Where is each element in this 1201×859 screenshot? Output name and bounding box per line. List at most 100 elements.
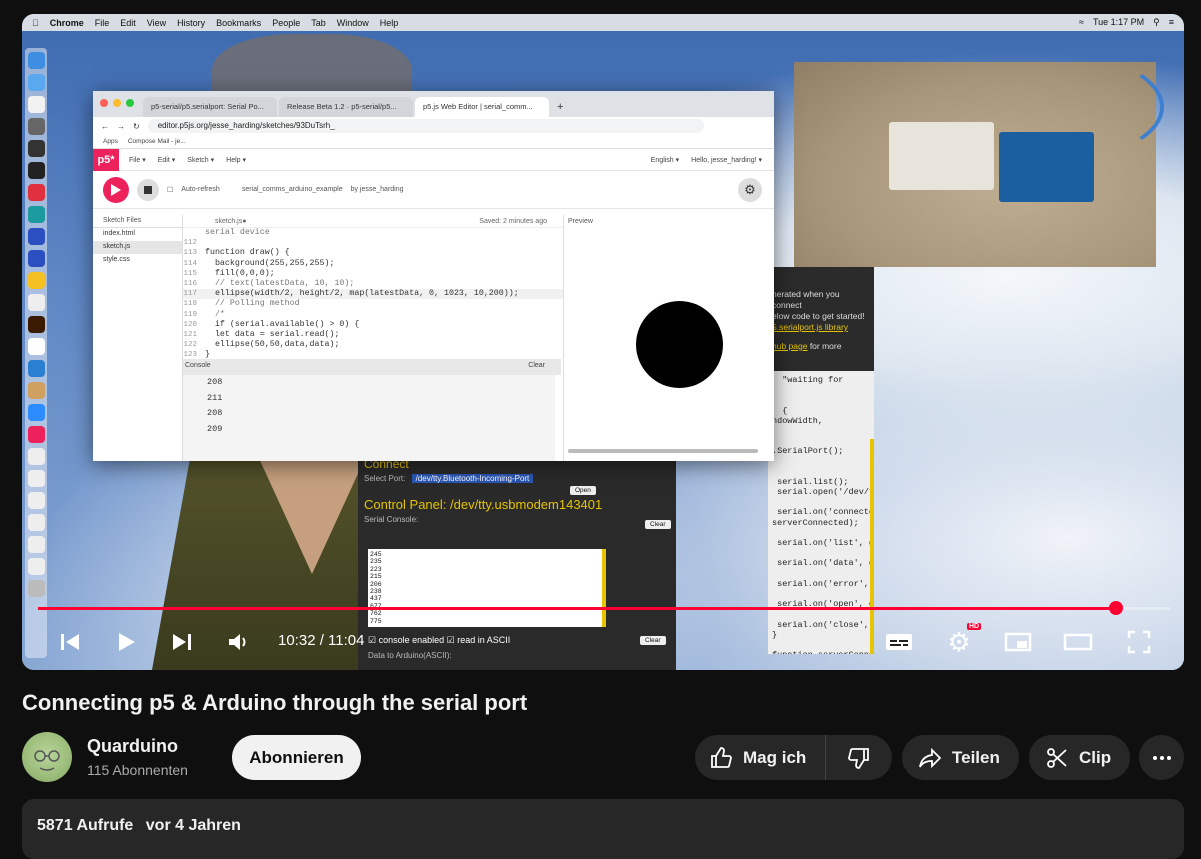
miniplayer-icon [1004, 632, 1032, 652]
file-icon [27, 536, 45, 553]
tab-p5-serial[interactable]: p5-serial/p5.serialport: Serial Po... [143, 97, 277, 117]
side-code-line [772, 426, 870, 436]
auto-refresh-checkbox[interactable]: ☐ [167, 186, 173, 194]
code-line: 114 background(255,255,255); [183, 258, 335, 268]
skip-next-icon [173, 634, 191, 650]
gear-icon: ⚙ [744, 182, 756, 197]
share-button[interactable]: Teilen [902, 735, 1019, 780]
fullscreen-button[interactable] [1123, 626, 1155, 658]
close-window-icon[interactable] [100, 99, 108, 107]
side-code-line [772, 395, 870, 405]
side-code-line [772, 436, 870, 446]
tab-release[interactable]: Release Beta 1.2 · p5-serial/p5... [279, 97, 413, 117]
library-link[interactable]: 5.serialport.js library [772, 322, 848, 332]
p5-menu-help[interactable]: Help ▾ [226, 156, 246, 164]
play-pause-button[interactable] [110, 626, 142, 658]
p5-menu-sketch[interactable]: Sketch ▾ [187, 156, 214, 164]
video-progress-bar[interactable] [38, 601, 1170, 615]
code-line: 113 function draw() { [183, 248, 290, 258]
menu-status-area: ≈ Tue 1:17 PM ⚲ ≡ [1079, 17, 1184, 28]
back-icon[interactable]: ← [101, 122, 109, 131]
port-select[interactable]: /dev/tty.Bluetooth-Incoming-Port [411, 474, 534, 483]
video-player[interactable]:  Chrome File Edit View History Bookmark… [22, 14, 1184, 670]
dislike-button[interactable] [826, 746, 892, 770]
description-box[interactable]: 5871 Aufrufe vor 4 Jahren [22, 799, 1184, 859]
hub-link[interactable]: hub page [772, 341, 807, 351]
code-line: 115 fill(0,0,0); [183, 268, 275, 278]
more-actions-button[interactable] [1139, 735, 1184, 780]
subtitles-button[interactable] [883, 626, 915, 658]
side-code-line: "waiting for [772, 375, 844, 385]
console-label: Console [185, 362, 211, 369]
theater-button[interactable] [1062, 626, 1094, 658]
mac-menu-bar:  Chrome File Edit View History Bookmark… [22, 14, 1184, 31]
player-controls: 10:32 / 11:04 ⚙ HD [22, 620, 1184, 664]
next-button[interactable] [166, 626, 198, 658]
share-label: Teilen [952, 747, 1000, 767]
clear-button[interactable]: Clear [645, 520, 671, 529]
user-menu[interactable]: Hello, jesse_harding! ▾ [691, 156, 762, 164]
settings-button[interactable]: ⚙ [738, 178, 762, 202]
arduino-board [999, 132, 1094, 202]
console-output: 208 211 208 209 [183, 375, 555, 461]
thumbs-up-icon [711, 746, 732, 768]
preview-label: Preview [568, 218, 593, 225]
control-panel-title: Control Panel: /dev/tty.usbmodem143401 [364, 497, 603, 512]
open-button[interactable]: Open [570, 486, 596, 495]
language-select[interactable]: English ▾ [651, 156, 679, 164]
inkscape-icon [27, 338, 45, 355]
serial-value: 206 [370, 580, 382, 588]
reload-icon[interactable]: ↻ [133, 122, 140, 131]
forward-icon[interactable]: → [117, 122, 125, 131]
channel-name[interactable]: Quarduino [87, 736, 178, 757]
like-button[interactable]: Mag ich [695, 735, 826, 780]
gear-icon: ⚙ [947, 626, 971, 657]
side-code-line: serial.list(); [772, 476, 849, 487]
sketch-name[interactable]: serial_comms_arduino_example [242, 186, 343, 193]
file-style-css[interactable]: style.css [93, 254, 182, 267]
file-index-html[interactable]: index.html [93, 228, 182, 241]
miniplayer-button[interactable] [1002, 626, 1034, 658]
new-tab-icon[interactable]: + [551, 97, 569, 117]
notes-icon [27, 382, 45, 399]
play-button[interactable] [103, 176, 129, 203]
activity-icon [27, 140, 45, 157]
theater-icon [1063, 633, 1093, 651]
subscribe-button[interactable]: Abonnieren [232, 735, 361, 780]
arduino-camera-feed [794, 52, 1164, 267]
stop-button[interactable] [137, 178, 159, 201]
file-icon [27, 492, 45, 509]
p5-menu-file[interactable]: File ▾ [129, 156, 146, 164]
address-bar[interactable]: editor.p5js.org/jesse_harding/sketches/9… [147, 119, 704, 133]
volume-button[interactable] [222, 626, 254, 658]
bookmark-compose[interactable]: Compose Mail - je... [128, 138, 186, 145]
serial-console-label: Serial Console: [364, 515, 419, 524]
bookmark-apps[interactable]: Apps [103, 138, 118, 145]
illustrator-icon [27, 316, 45, 333]
maximize-window-icon[interactable] [126, 99, 134, 107]
tab-p5-editor[interactable]: p5.js Web Editor | serial_comm... [415, 97, 549, 117]
view-count: 5871 Aufrufe [37, 817, 134, 834]
settings-player-button[interactable]: ⚙ [943, 626, 975, 658]
p5-menu-edit[interactable]: Edit ▾ [158, 156, 176, 164]
serial-value: 762 [370, 610, 382, 618]
clip-button[interactable]: Clip [1029, 735, 1130, 780]
file-icon [27, 558, 45, 575]
side-code-line: { [772, 405, 788, 416]
code-editor[interactable]: sketch.js● Saved: 2 minutes ago serial d… [183, 215, 563, 461]
p5-toolbar: ☐ Auto-refresh serial_comms_arduino_exam… [93, 171, 774, 209]
preview-scrollbar[interactable] [568, 449, 758, 453]
console-clear-button[interactable]: Clear [528, 362, 545, 372]
menu-tab: Tab [304, 17, 326, 28]
chrome-window: p5-serial/p5.serialport: Serial Po... Re… [93, 91, 774, 461]
channel-avatar[interactable] [22, 732, 72, 782]
progress-scrubber[interactable] [1108, 601, 1123, 615]
minimize-window-icon[interactable] [113, 99, 121, 107]
side-code-line [772, 457, 870, 467]
side-code-line: serial.on('data', gotData); [777, 558, 874, 569]
previous-button[interactable] [54, 626, 86, 658]
file-sketch-js[interactable]: sketch.js [93, 241, 182, 254]
menu-bookmarks: Bookmarks [209, 17, 261, 28]
p5-logo[interactable]: p5* [93, 148, 119, 171]
menu-window: Window [329, 17, 369, 28]
